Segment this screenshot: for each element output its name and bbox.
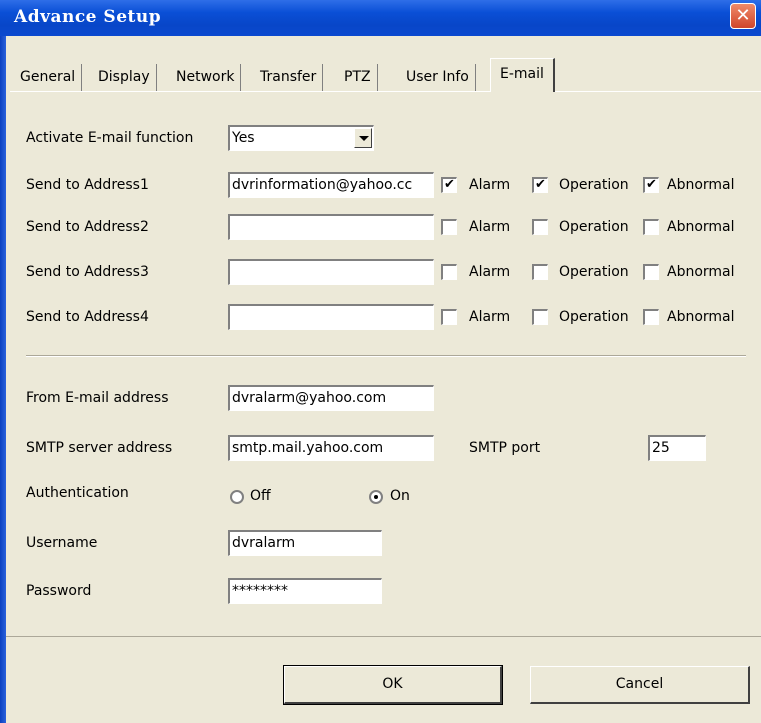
operation-checkbox-2[interactable] [532, 219, 548, 235]
smtp-port-input[interactable]: 25 [648, 435, 706, 461]
tab-user-info[interactable]: User Info [400, 64, 476, 91]
operation-label-1: Operation [559, 177, 629, 193]
close-icon[interactable]: ✕ [730, 3, 756, 29]
send-to-address1-label: Send to Address1 [26, 177, 149, 193]
username-input[interactable]: dvralarm [228, 530, 382, 556]
activate-email-label: Activate E-mail function [26, 130, 194, 146]
send-to-address3-label: Send to Address3 [26, 264, 149, 280]
authentication-label: Authentication [26, 485, 129, 501]
alarm-checkbox-2[interactable] [441, 219, 457, 235]
abnormal-checkbox-4[interactable] [643, 309, 659, 325]
operation-checkbox-1[interactable]: ✔ [532, 177, 548, 193]
auth-off-label: Off [250, 488, 271, 504]
auth-on-label: On [390, 488, 410, 504]
send-to-address4-input[interactable] [228, 304, 434, 330]
section-divider [26, 355, 746, 357]
alarm-checkbox-3[interactable] [441, 264, 457, 280]
from-email-input[interactable]: dvralarm@yahoo.com [228, 385, 434, 411]
activate-email-select[interactable]: Yes [228, 125, 374, 151]
smtp-server-label: SMTP server address [26, 440, 173, 456]
operation-label-2: Operation [559, 219, 629, 235]
tab-network[interactable]: Network [170, 64, 242, 91]
abnormal-label-2: Abnormal [667, 219, 735, 235]
alarm-label-4: Alarm [469, 309, 511, 325]
send-to-address3-input[interactable] [228, 259, 434, 285]
from-email-label: From E-mail address [26, 390, 169, 406]
chevron-down-icon[interactable] [354, 128, 372, 148]
activate-email-value: Yes [232, 130, 255, 146]
alarm-checkbox-4[interactable] [441, 309, 457, 325]
alarm-checkbox-1[interactable]: ✔ [441, 177, 457, 193]
ok-button[interactable]: OK [283, 665, 503, 705]
footer-separator [6, 636, 761, 637]
alarm-label-1: Alarm [469, 177, 511, 193]
operation-label-4: Operation [559, 309, 629, 325]
abnormal-label-1: Abnormal [667, 177, 735, 193]
password-label: Password [26, 583, 92, 599]
abnormal-checkbox-1[interactable]: ✔ [643, 177, 659, 193]
tab-general[interactable]: General [14, 64, 83, 91]
send-to-address2-input[interactable] [228, 214, 434, 240]
password-input[interactable]: ******** [228, 578, 382, 604]
operation-checkbox-4[interactable] [532, 309, 548, 325]
cancel-button[interactable]: Cancel [530, 666, 750, 704]
window-frame-left [0, 36, 6, 723]
tab-transfer[interactable]: Transfer [254, 64, 324, 91]
smtp-server-input[interactable]: smtp.mail.yahoo.com [228, 435, 434, 461]
smtp-port-label: SMTP port [469, 440, 541, 456]
send-to-address1-input[interactable]: dvrinformation@yahoo.cc [228, 172, 434, 198]
alarm-label-2: Alarm [469, 219, 511, 235]
auth-off-radio[interactable] [230, 490, 244, 504]
alarm-label-3: Alarm [469, 264, 511, 280]
abnormal-label-4: Abnormal [667, 309, 735, 325]
abnormal-checkbox-2[interactable] [643, 219, 659, 235]
title-bar: Advance Setup ✕ [0, 0, 761, 36]
username-label: Username [26, 535, 98, 551]
tab-ptz[interactable]: PTZ [338, 64, 378, 91]
operation-checkbox-3[interactable] [532, 264, 548, 280]
abnormal-checkbox-3[interactable] [643, 264, 659, 280]
send-to-address4-label: Send to Address4 [26, 309, 149, 325]
abnormal-label-3: Abnormal [667, 264, 735, 280]
tab-display[interactable]: Display [92, 64, 157, 91]
tab-email[interactable]: E-mail [490, 58, 555, 92]
operation-label-3: Operation [559, 264, 629, 280]
send-to-address2-label: Send to Address2 [26, 219, 149, 235]
auth-on-radio[interactable] [369, 490, 383, 504]
window-title: Advance Setup [14, 7, 162, 27]
